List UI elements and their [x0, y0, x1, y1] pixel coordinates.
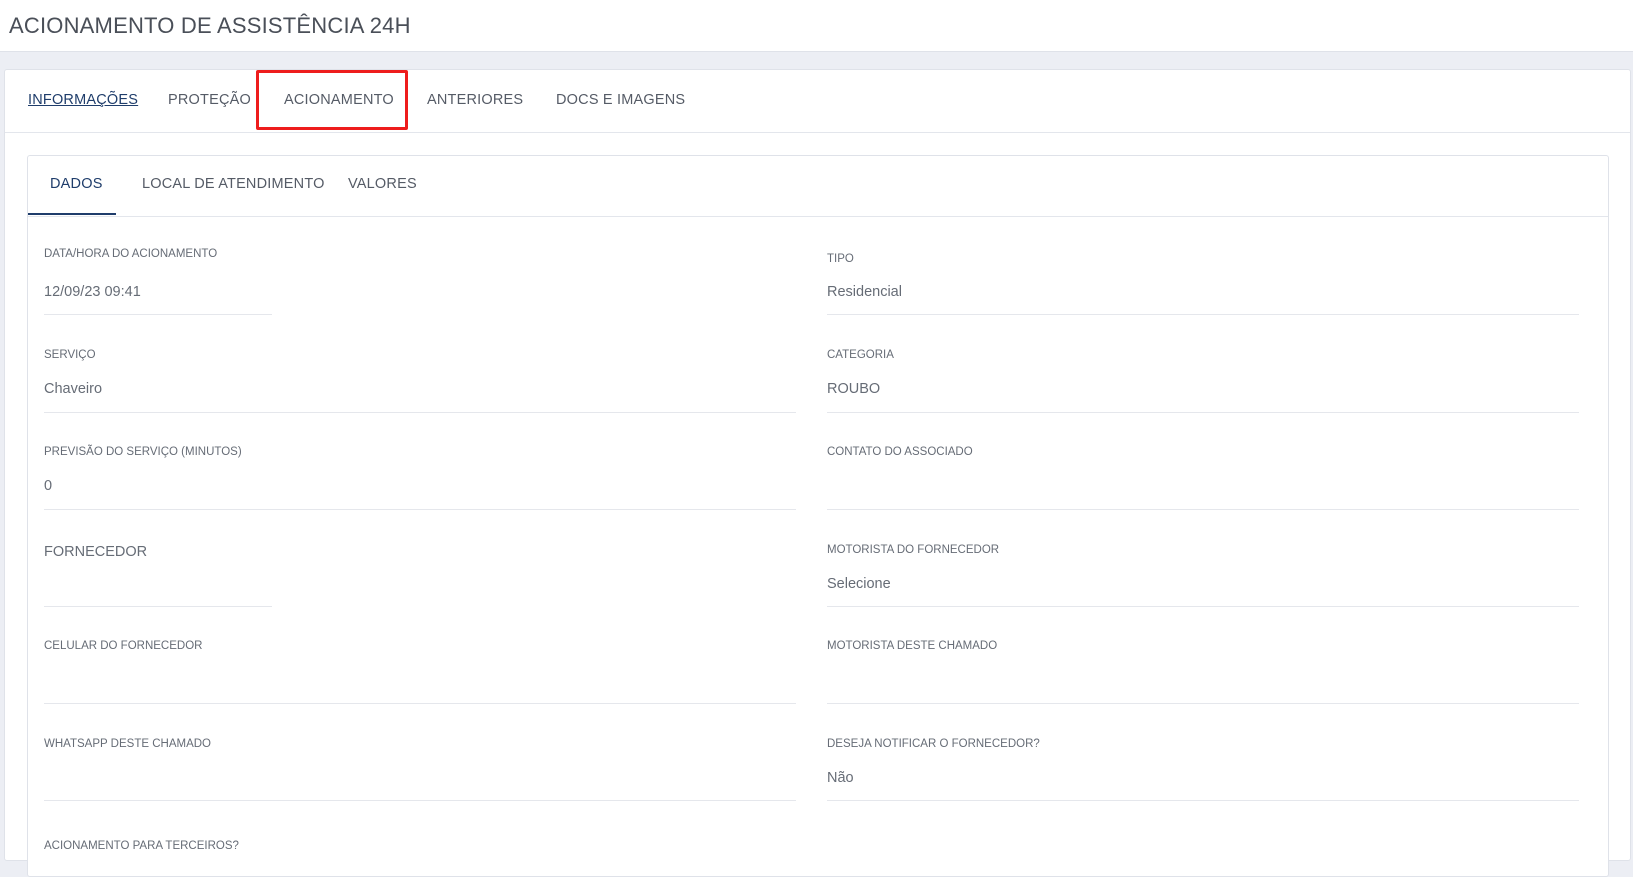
subtab-local-de-atendimento[interactable]: LOCAL DE ATENDIMENTO — [142, 176, 325, 192]
field-label: FORNECEDOR — [44, 544, 148, 560]
details-panel: DADOS LOCAL DE ATENDIMENTO VALORES DATA/… — [27, 155, 1609, 877]
field-value: Residencial — [827, 284, 902, 300]
field-label: DATA/HORA DO ACIONAMENTO — [44, 248, 218, 260]
sub-tab-bar: DADOS LOCAL DE ATENDIMENTO VALORES — [28, 156, 1608, 217]
tab-docs-e-imagens[interactable]: DOCS E IMAGENS — [556, 92, 685, 108]
field-label: PREVISÃO DO SERVIÇO (MINUTOS) — [44, 446, 242, 458]
field-underline — [44, 412, 796, 413]
field-label: SERVIÇO — [44, 349, 96, 361]
field-underline — [827, 800, 1579, 801]
field-label: DESEJA NOTIFICAR O FORNECEDOR? — [827, 738, 1040, 750]
field-underline — [827, 703, 1579, 704]
field-value: 0 — [44, 478, 53, 494]
field-label: WHATSAPP DESTE CHAMADO — [44, 738, 211, 750]
field-underline — [44, 703, 796, 704]
field-underline — [44, 606, 272, 607]
tab-protecao[interactable]: PROTEÇÃO — [168, 92, 251, 108]
field-label: CATEGORIA — [827, 349, 894, 361]
tab-anteriores[interactable]: ANTERIORES — [427, 92, 523, 108]
field-underline — [44, 314, 272, 315]
field-label: CONTATO DO ASSOCIADO — [827, 446, 973, 458]
field-underline — [827, 412, 1579, 413]
main-card: INFORMAÇÕES PROTEÇÃO ACIONAMENTO ANTERIO… — [4, 69, 1631, 877]
field-underline — [44, 509, 796, 510]
field-underline — [827, 509, 1579, 510]
top-tab-bar: INFORMAÇÕES PROTEÇÃO ACIONAMENTO ANTERIO… — [5, 70, 1630, 133]
field-underline — [827, 314, 1579, 315]
active-subtab-indicator — [28, 213, 116, 215]
field-value: ROUBO — [827, 381, 881, 397]
field-label: MOTORISTA DO FORNECEDOR — [827, 544, 1000, 556]
field-underline — [44, 800, 796, 801]
field-value: Não — [827, 770, 854, 786]
field-value: 12/09/23 09:41 — [44, 284, 141, 300]
field-value: Selecione — [827, 576, 891, 592]
tab-acionamento[interactable]: ACIONAMENTO — [284, 92, 394, 108]
page-header: ACIONAMENTO DE ASSISTÊNCIA 24H — [0, 0, 1633, 52]
field-label: MOTORISTA DESTE CHAMADO — [827, 640, 998, 652]
page-title: ACIONAMENTO DE ASSISTÊNCIA 24H — [9, 13, 411, 38]
field-underline — [827, 606, 1579, 607]
tab-informacoes[interactable]: INFORMAÇÕES — [28, 92, 138, 108]
field-label: CELULAR DO FORNECEDOR — [44, 640, 203, 652]
subtab-dados[interactable]: DADOS — [50, 176, 103, 192]
field-value: Chaveiro — [44, 381, 103, 397]
field-label: TIPO — [827, 253, 854, 265]
subtab-valores[interactable]: VALORES — [348, 176, 417, 192]
